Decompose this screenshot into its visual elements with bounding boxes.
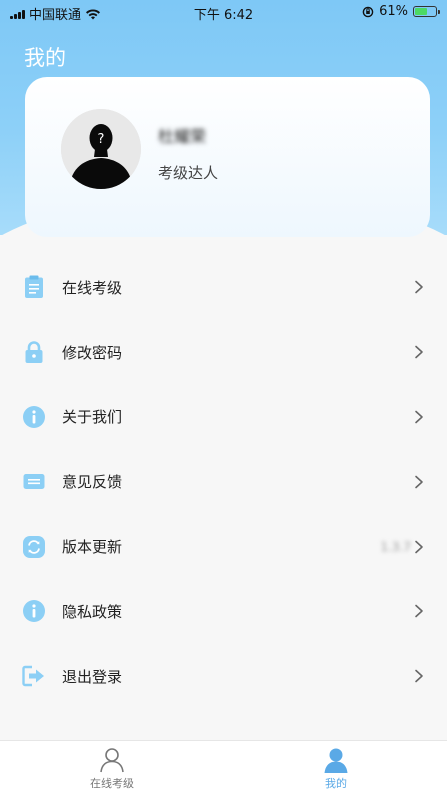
battery-percent: 61% bbox=[379, 4, 408, 19]
default-avatar-icon: ? bbox=[61, 109, 141, 189]
tab-label: 在线考级 bbox=[90, 777, 134, 790]
battery-level bbox=[415, 8, 428, 15]
menu-item-logout[interactable]: 退出登录 bbox=[0, 644, 447, 709]
svg-text:?: ? bbox=[98, 132, 105, 147]
chevron-right-icon bbox=[415, 475, 423, 489]
page-title: 我的 bbox=[24, 46, 66, 70]
menu-item-version-update[interactable]: 版本更新 1.3.7 bbox=[0, 514, 447, 579]
chevron-right-icon bbox=[415, 410, 423, 424]
user-title: 考级达人 bbox=[158, 164, 219, 182]
avatar[interactable]: ? bbox=[61, 109, 141, 189]
user-name: 杜耀荣 bbox=[158, 127, 207, 146]
lock-icon bbox=[22, 340, 46, 364]
menu-item-about-us[interactable]: 关于我们 bbox=[0, 385, 447, 450]
tab-label: 我的 bbox=[325, 777, 347, 790]
profile-card[interactable]: ? 杜耀荣 考级达人 bbox=[25, 77, 430, 237]
menu-label: 关于我们 bbox=[62, 408, 123, 427]
feedback-icon bbox=[22, 470, 46, 494]
menu-label: 退出登录 bbox=[62, 667, 123, 686]
info-icon bbox=[22, 599, 46, 623]
tab-online-exam[interactable]: 在线考级 bbox=[62, 747, 162, 791]
tab-mine[interactable]: 我的 bbox=[286, 747, 386, 791]
chevron-right-icon bbox=[415, 345, 423, 359]
menu-item-online-exam[interactable]: 在线考级 bbox=[0, 255, 447, 320]
info-icon bbox=[22, 405, 46, 429]
menu-item-feedback[interactable]: 意见反馈 bbox=[0, 449, 447, 514]
battery-icon bbox=[413, 6, 440, 17]
chevron-right-icon bbox=[415, 669, 423, 683]
menu-label: 意见反馈 bbox=[62, 473, 123, 492]
chevron-right-icon bbox=[415, 605, 423, 618]
menu-label: 在线考级 bbox=[62, 278, 123, 297]
menu-label: 隐私政策 bbox=[62, 602, 123, 621]
clipboard-icon bbox=[22, 275, 46, 299]
chevron-right-icon bbox=[415, 540, 423, 553]
chevron-right-icon bbox=[415, 281, 423, 294]
logout-icon bbox=[22, 664, 46, 688]
orientation-lock-icon bbox=[362, 6, 374, 17]
settings-menu: 在线考级 修改密码 关于我们 意见反馈 版本更新 1.3.7 隐私政策 退出登录 bbox=[0, 255, 447, 709]
refresh-icon bbox=[22, 535, 46, 559]
user-outline-icon bbox=[100, 748, 124, 773]
menu-label: 修改密码 bbox=[62, 343, 123, 362]
version-number: 1.3.7 bbox=[380, 539, 411, 554]
status-bar: 中国联通 下午 6:42 61% bbox=[0, 0, 447, 24]
menu-item-privacy-policy[interactable]: 隐私政策 bbox=[0, 579, 447, 644]
tab-bar: 在线考级 我的 bbox=[0, 740, 447, 795]
user-filled-icon bbox=[324, 748, 348, 773]
status-right: 61% bbox=[362, 4, 440, 19]
menu-item-change-password[interactable]: 修改密码 bbox=[0, 320, 447, 385]
menu-label: 版本更新 bbox=[62, 538, 123, 557]
